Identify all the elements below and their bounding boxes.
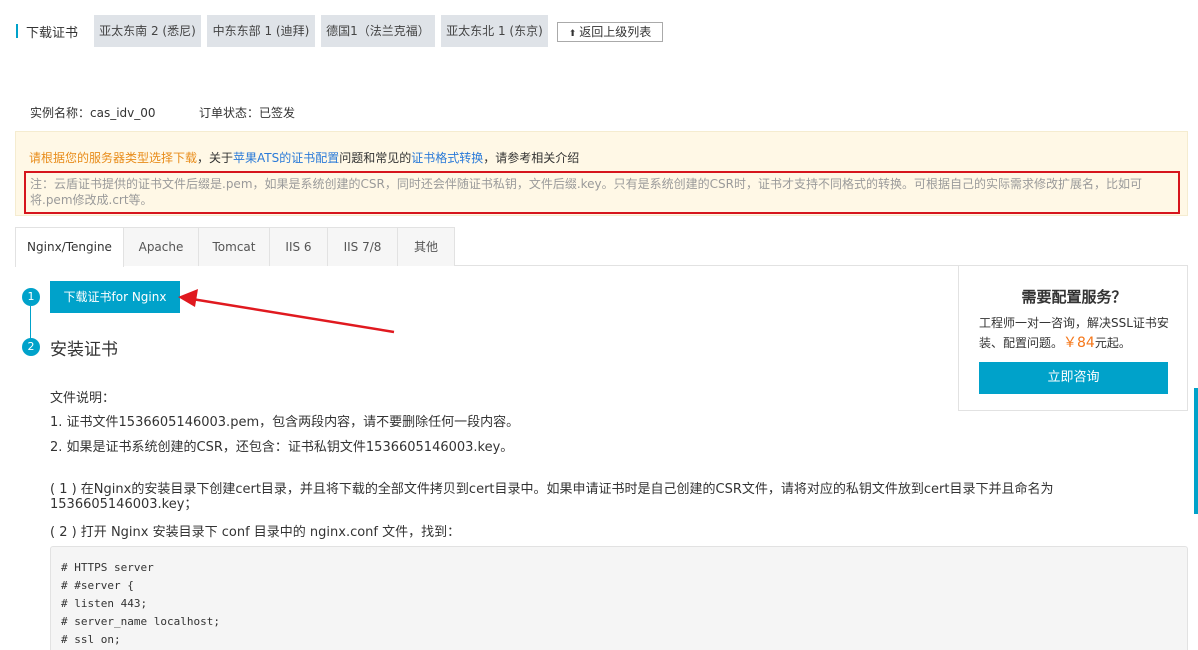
step-2-badge: 2 — [22, 338, 40, 356]
cert-format-link[interactable]: 证书格式转换 — [411, 151, 483, 165]
download-notice: 请根据您的服务器类型选择下载，关于苹果ATS的证书配置问题和常见的证书格式转换，… — [15, 131, 1188, 216]
notice-connector-3: ，请参考相关介绍 — [483, 151, 580, 165]
file-desc-1: 1. 证书文件1536605146003.pem，包含两段内容，请不要删除任何一… — [50, 415, 520, 430]
back-to-list-label: 返回上级列表 — [579, 25, 652, 39]
install-step-1: ( 1 ) 在Nginx的安装目录下创建cert目录，并且将下载的全部文件拷贝到… — [50, 482, 1054, 512]
service-description: 工程师一对一咨询，解决SSL证书安装、配置问题。￥84元起。 — [979, 313, 1174, 353]
upload-arrow-icon: ⬆ — [568, 29, 577, 39]
service-price-suffix: 元起。 — [1094, 336, 1131, 350]
annotation-arrow-head — [178, 289, 198, 307]
code-line: # #server { — [61, 579, 134, 592]
region-tab-sydney[interactable]: 亚太东南 2 (悉尼) — [94, 15, 201, 47]
code-line: # server_name localhost; — [61, 615, 220, 628]
download-nginx-button[interactable]: 下载证书for Nginx — [50, 281, 180, 313]
notice-text: 请根据您的服务器类型选择下载，关于苹果ATS的证书配置问题和常见的证书格式转换，… — [29, 149, 579, 166]
service-title: 需要配置服务？ — [1021, 288, 1127, 306]
instance-name: 实例名称：cas_idv_00 — [30, 106, 156, 120]
notice-select-hint: 请根据您的服务器类型选择下载 — [29, 151, 198, 165]
region-tab-dubai[interactable]: 中东东部 1 (迪拜) — [207, 15, 315, 47]
page-header: 下载证书 — [16, 16, 78, 46]
region-tab-frankfurt[interactable]: 德国1（法兰克福） — [321, 15, 435, 47]
tab-iis6[interactable]: IIS 6 — [269, 227, 328, 266]
notice-connector-1: ，关于 — [197, 151, 234, 165]
install-heading: 安装证书 — [50, 340, 118, 360]
notice-connector-2: 问题和常见的 — [339, 151, 412, 165]
file-desc-2: 2. 如果是证书系统创建的CSR，还包含：证书私钥文件1536605146003… — [50, 440, 514, 455]
code-line: # listen 443; — [61, 597, 148, 610]
config-service-panel: 需要配置服务？ 工程师一对一咨询，解决SSL证书安装、配置问题。￥84元起。 立… — [958, 266, 1188, 411]
server-type-tabs: Nginx/Tengine Apache Tomcat IIS 6 IIS 7/… — [15, 227, 1188, 267]
tab-other[interactable]: 其他 — [397, 227, 455, 266]
title-accent-bar — [16, 24, 18, 38]
files-heading: 文件说明： — [50, 391, 116, 406]
tab-tomcat[interactable]: Tomcat — [198, 227, 270, 266]
order-status: 订单状态：已签发 — [199, 106, 296, 120]
ats-config-link[interactable]: 苹果ATS的证书配置 — [233, 151, 339, 165]
install-step-2: ( 2 ) 打开 Nginx 安装目录下 conf 目录中的 nginx.con… — [50, 525, 461, 540]
tab-iis78[interactable]: IIS 7/8 — [327, 227, 398, 266]
annotation-arrow-shaft — [191, 297, 395, 334]
tab-nginx[interactable]: Nginx/Tengine — [15, 227, 124, 267]
consult-now-button[interactable]: 立即咨询 — [979, 362, 1168, 394]
code-line: # ssl on; — [61, 633, 121, 646]
code-line: # HTTPS server — [61, 561, 154, 574]
tab-apache[interactable]: Apache — [123, 227, 199, 266]
scroll-indicator[interactable] — [1194, 388, 1198, 514]
region-tab-tokyo[interactable]: 亚太东北 1 (东京) — [441, 15, 548, 47]
service-price: ￥84 — [1063, 335, 1095, 351]
back-to-list-button[interactable]: ⬆ 返回上级列表 — [557, 22, 663, 42]
page-title: 下载证书 — [26, 25, 79, 41]
config-code-block: # HTTPS server # #server { # listen 443;… — [50, 546, 1188, 650]
notice-note: 注：云盾证书提供的证书文件后缀是.pem，如果是系统创建的CSR，同时还会伴随证… — [24, 171, 1180, 214]
step-1-badge: 1 — [22, 288, 40, 306]
